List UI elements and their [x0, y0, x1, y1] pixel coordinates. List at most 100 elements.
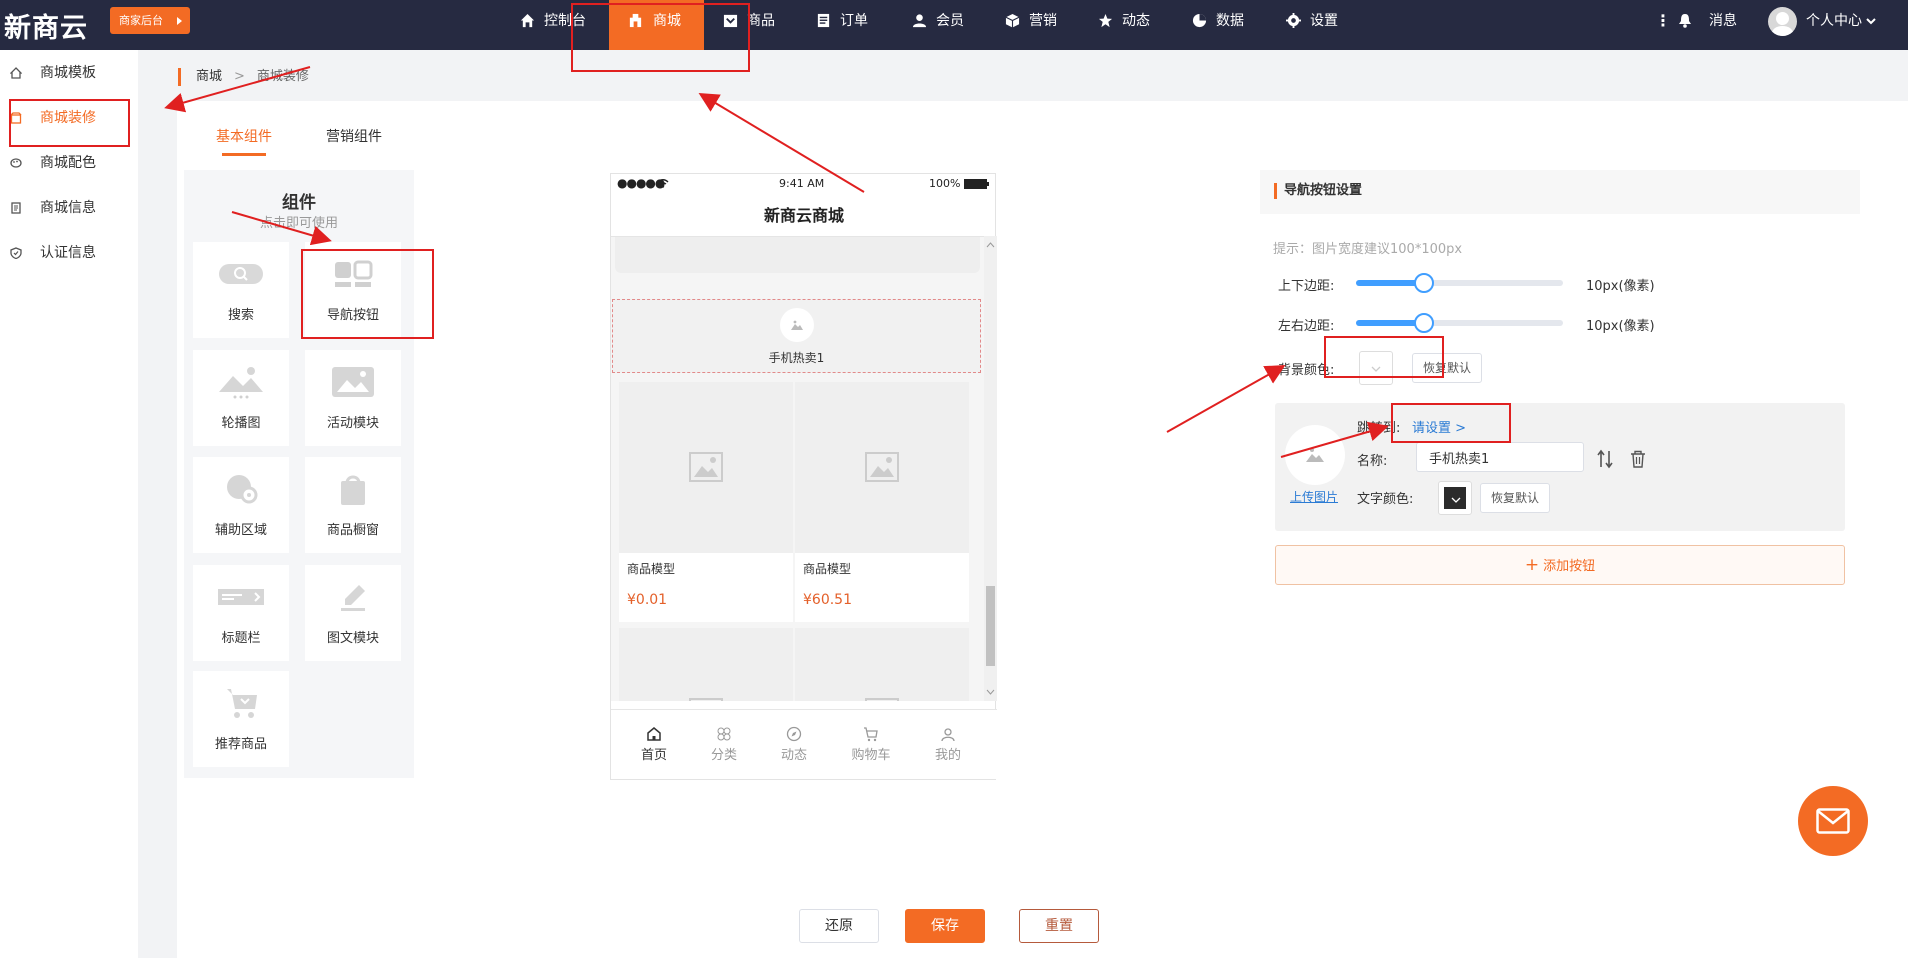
pie-chart-icon: [1192, 13, 1207, 28]
compass-icon: [786, 726, 802, 742]
phone-tab-label: 我的: [934, 748, 961, 763]
battery-icon: [964, 179, 989, 189]
bell-icon[interactable]: [1678, 13, 1692, 28]
phone-time: 9:41 AM: [779, 177, 825, 190]
sidebar-item-info[interactable]: 商城信息: [0, 193, 138, 223]
component-panel-subtitle: 点击即可使用: [259, 216, 338, 231]
sort-arrows-icon[interactable]: [1595, 449, 1615, 469]
messages-link[interactable]: 消息: [1709, 0, 1737, 42]
tab-label: 营销组件: [326, 129, 382, 145]
product-card[interactable]: [619, 628, 793, 701]
nav-data[interactable]: 数据: [1192, 0, 1252, 50]
text-color-reset-button[interactable]: 恢复默认: [1480, 483, 1550, 513]
chevron-down-icon: [1866, 18, 1876, 25]
product-name: 商品模型: [627, 562, 676, 576]
wifi-icon: [657, 179, 669, 188]
sidebar-item-templates[interactable]: 商城模板: [0, 58, 138, 88]
sidebar-item-certification[interactable]: 认证信息: [0, 238, 138, 268]
phone-preview: ●●●●● 9:41 AM 100% 新商云商城 手机热卖1 商品模型 ¥0.0…: [610, 173, 997, 780]
caret-right-icon: [177, 17, 182, 25]
component-image-text[interactable]: 图文模块: [305, 565, 401, 661]
slider-knob[interactable]: [1414, 273, 1434, 293]
upload-image-area[interactable]: [1285, 425, 1345, 485]
component-carousel[interactable]: 轮播图: [193, 350, 289, 446]
horizontal-margin-label: 左右边距:: [1278, 319, 1335, 334]
component-title-bar[interactable]: 标题栏: [193, 565, 289, 661]
nav-marketing[interactable]: 营销: [1005, 0, 1065, 50]
merchant-backend-button[interactable]: 商家后台: [110, 7, 190, 34]
breadcrumb-current: 商城装修: [256, 69, 309, 84]
product-card[interactable]: [795, 628, 969, 701]
reset-button[interactable]: 重置: [1019, 909, 1099, 943]
phone-tab-mine[interactable]: 我的: [913, 726, 983, 763]
component-auxiliary[interactable]: 辅助区域: [193, 457, 289, 553]
component-recommend[interactable]: 推荐商品: [193, 671, 289, 767]
text-color-picker[interactable]: [1438, 481, 1472, 515]
personal-center-label: 个人中心: [1806, 13, 1862, 29]
product-image: [619, 382, 793, 553]
component-label: 活动模块: [326, 416, 379, 431]
component-label: 商品橱窗: [326, 523, 379, 538]
shield-icon: [10, 247, 22, 259]
tab-label: 基本组件: [216, 129, 272, 145]
phone-tab-feed[interactable]: 动态: [759, 726, 829, 763]
upload-image-link[interactable]: 上传图片: [1290, 488, 1338, 505]
more-menu-icon[interactable]: ⋮: [1655, 0, 1671, 42]
tab-basic-components[interactable]: 基本组件: [216, 126, 272, 156]
product-image: [795, 382, 969, 553]
carousel-icon: [219, 367, 263, 399]
component-activity[interactable]: 活动模块: [305, 350, 401, 446]
product-card[interactable]: 商品模型 ¥60.51: [795, 382, 969, 622]
sidebar-item-label: 商城模板: [40, 65, 96, 81]
sidebar-item-label: 认证信息: [40, 245, 96, 261]
restore-button[interactable]: 还原: [799, 909, 879, 943]
image-placeholder-icon: [689, 698, 723, 701]
image-placeholder-icon: [865, 452, 899, 482]
phone-tab-label: 购物车: [851, 748, 891, 763]
phone-status-bar: ●●●●● 9:41 AM 100%: [611, 174, 997, 194]
component-label: 图文模块: [326, 631, 379, 646]
nav-feed[interactable]: 动态: [1098, 0, 1158, 50]
phone-tab-home[interactable]: 首页: [619, 726, 689, 763]
chevron-up-icon: [986, 242, 995, 248]
component-label: 搜索: [227, 308, 254, 323]
slider-knob[interactable]: [1414, 313, 1434, 333]
product-card[interactable]: 商品模型 ¥0.01: [619, 382, 793, 622]
breadcrumb: 商城 > 商城装修: [178, 68, 309, 86]
search-icon: [219, 264, 263, 284]
phone-battery-percent: 100%: [929, 177, 961, 190]
edit-icon: [341, 585, 365, 611]
phone-tab-cart[interactable]: 购物车: [836, 726, 906, 763]
document-icon: [11, 202, 21, 214]
component-label: 辅助区域: [214, 523, 267, 538]
component-label: 轮播图: [221, 416, 261, 431]
breadcrumb-root[interactable]: 商城: [196, 69, 222, 84]
avatar[interactable]: [1768, 7, 1797, 36]
preview-nav-button-block[interactable]: 手机热卖1: [612, 299, 981, 373]
nav-orders[interactable]: 订单: [816, 0, 876, 50]
component-showcase[interactable]: 商品橱窗: [305, 457, 401, 553]
save-button[interactable]: 保存: [905, 909, 985, 943]
phone-scrollbar[interactable]: [984, 236, 997, 701]
gear-icon: [1286, 13, 1301, 28]
vertical-margin-slider[interactable]: [1356, 273, 1563, 293]
horizontal-margin-slider[interactable]: [1356, 313, 1563, 333]
scrollbar-thumb[interactable]: [986, 586, 995, 666]
home-outline-icon: [10, 67, 22, 79]
nav-label: 会员: [936, 13, 964, 29]
component-search[interactable]: 搜索: [193, 242, 289, 338]
personal-center-menu[interactable]: 个人中心: [1806, 0, 1876, 42]
image-size-hint: 提示：图片宽度建议100*100px: [1273, 242, 1463, 257]
name-input[interactable]: [1416, 442, 1584, 472]
add-nav-button[interactable]: + 添加按钮: [1275, 545, 1845, 585]
tab-marketing-components[interactable]: 营销组件: [326, 126, 382, 156]
sidebar-item-label: 商城配色: [40, 155, 96, 171]
phone-tab-category[interactable]: 分类: [689, 726, 759, 763]
nav-members[interactable]: 会员: [912, 0, 972, 50]
trash-icon[interactable]: [1630, 450, 1646, 468]
sidebar-item-colors[interactable]: 商城配色: [0, 148, 138, 178]
phone-preview-canvas[interactable]: 手机热卖1 商品模型 ¥0.01 商品模型 ¥60.51: [611, 236, 984, 701]
nav-settings[interactable]: 设置: [1286, 0, 1346, 50]
message-fab[interactable]: [1798, 786, 1868, 856]
phone-tabbar: 首页 分类 动态 购物车 我的: [611, 709, 997, 779]
